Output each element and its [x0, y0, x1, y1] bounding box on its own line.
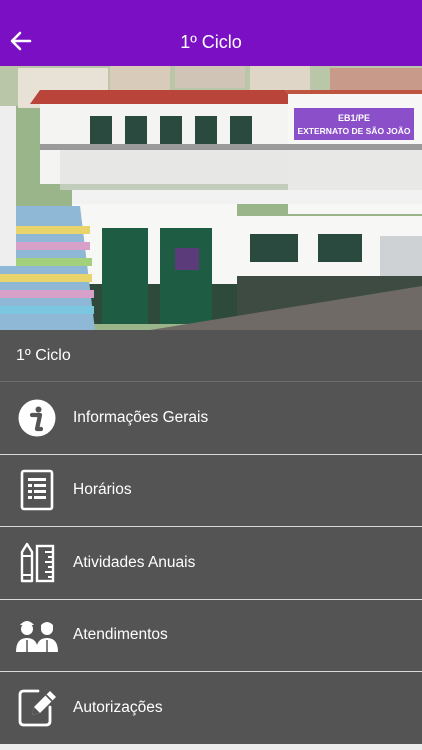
- school-sign-line2: EXTERNATO DE SÃO JOÃO: [297, 126, 410, 136]
- page-title: 1º Ciclo: [180, 32, 242, 52]
- menu-item-horarios[interactable]: Horários: [0, 454, 422, 527]
- menu-item-label: Autorizações: [73, 698, 163, 716]
- bottom-strip: [0, 744, 422, 750]
- ruler-pencil-icon: [0, 527, 73, 599]
- menu-item-informacoes-gerais[interactable]: Informações Gerais: [0, 382, 422, 455]
- menu-item-label: Atendimentos: [73, 626, 168, 644]
- menu-list: Informações Gerais Horários Atividades A…: [0, 382, 422, 745]
- section-title: 1º Ciclo: [0, 330, 422, 382]
- menu-item-atividades-anuais[interactable]: Atividades Anuais: [0, 527, 422, 600]
- menu-item-autorizacoes[interactable]: Autorizações: [0, 672, 422, 745]
- menu-item-label: Atividades Anuais: [73, 553, 196, 571]
- schedule-document-icon: [0, 454, 73, 526]
- menu-item-label: Informações Gerais: [73, 408, 209, 426]
- school-photo: EB1/PE EXTERNATO DE SÃO JOÃO: [0, 66, 422, 330]
- menu-item-label: Horários: [73, 481, 132, 499]
- menu-item-atendimentos[interactable]: Atendimentos: [0, 599, 422, 672]
- edit-document-icon: [0, 672, 73, 744]
- people-icon: [0, 599, 73, 671]
- info-icon: [0, 382, 73, 454]
- top-app-bar: 1º Ciclo: [0, 0, 422, 66]
- school-building-illustration: EB1/PE EXTERNATO DE SÃO JOÃO: [0, 66, 422, 330]
- school-sign-line1: EB1/PE: [338, 113, 370, 123]
